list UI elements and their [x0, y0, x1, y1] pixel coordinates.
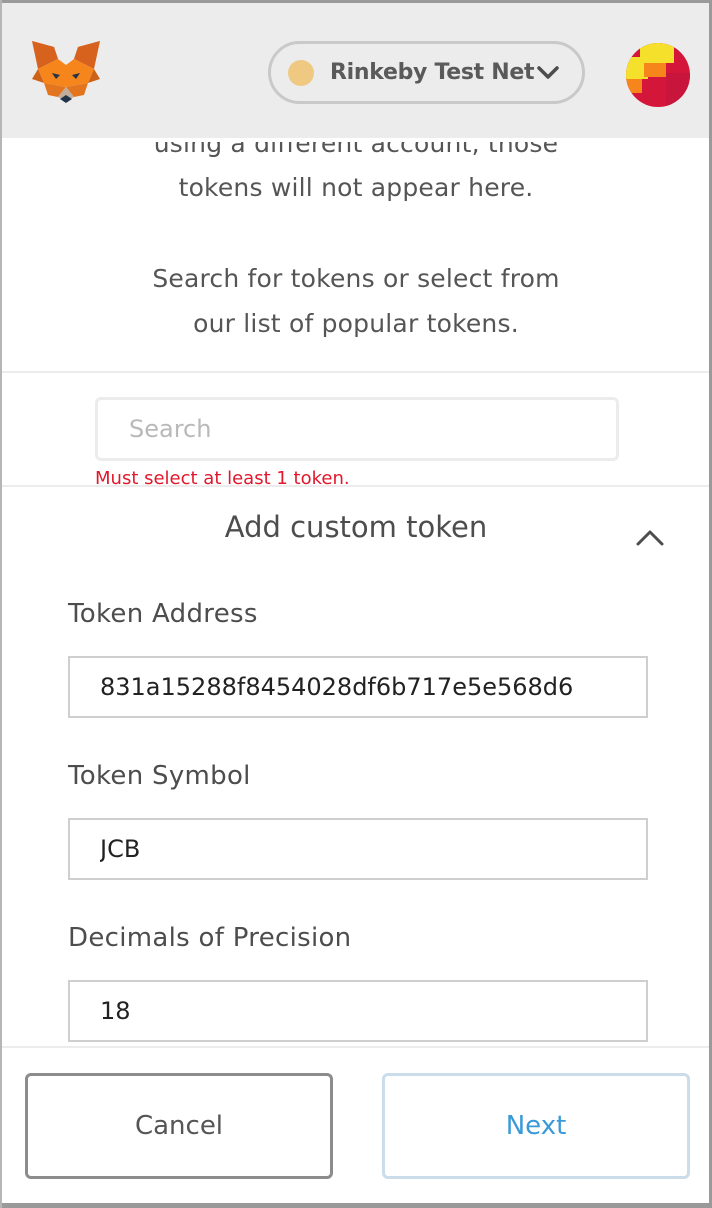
chevron-down-icon	[537, 66, 559, 79]
token-symbol-label: Token Symbol	[68, 761, 251, 791]
chevron-up-icon[interactable]	[634, 524, 666, 548]
decimals-label: Decimals of Precision	[68, 923, 352, 953]
cancel-button[interactable]: Cancel	[25, 1073, 333, 1179]
decimals-input[interactable]	[68, 980, 648, 1042]
token-search-input[interactable]	[95, 397, 619, 461]
intro-text-line: tokens will not appear here.	[178, 173, 534, 202]
window-border	[0, 0, 2, 1208]
token-symbol-input[interactable]	[68, 818, 648, 880]
network-selector[interactable]: Rinkeby Test Net	[268, 41, 585, 104]
token-address-input[interactable]	[68, 656, 648, 718]
intro-text-line: Search for tokens or select from	[152, 264, 560, 293]
account-identicon[interactable]	[626, 43, 690, 107]
add-custom-token-title[interactable]: Add custom token	[0, 510, 712, 544]
intro-text-line: our list of popular tokens.	[193, 309, 519, 338]
window-border	[0, 1203, 712, 1208]
metamask-fox-icon[interactable]	[28, 39, 104, 107]
section-divider	[0, 485, 712, 487]
network-name: Rinkeby Test Net	[330, 60, 535, 85]
section-divider	[0, 371, 712, 373]
app-header: Rinkeby Test Net	[0, 0, 712, 138]
network-status-dot	[288, 59, 314, 86]
token-address-label: Token Address	[68, 599, 258, 629]
next-button[interactable]: Next	[382, 1073, 690, 1179]
